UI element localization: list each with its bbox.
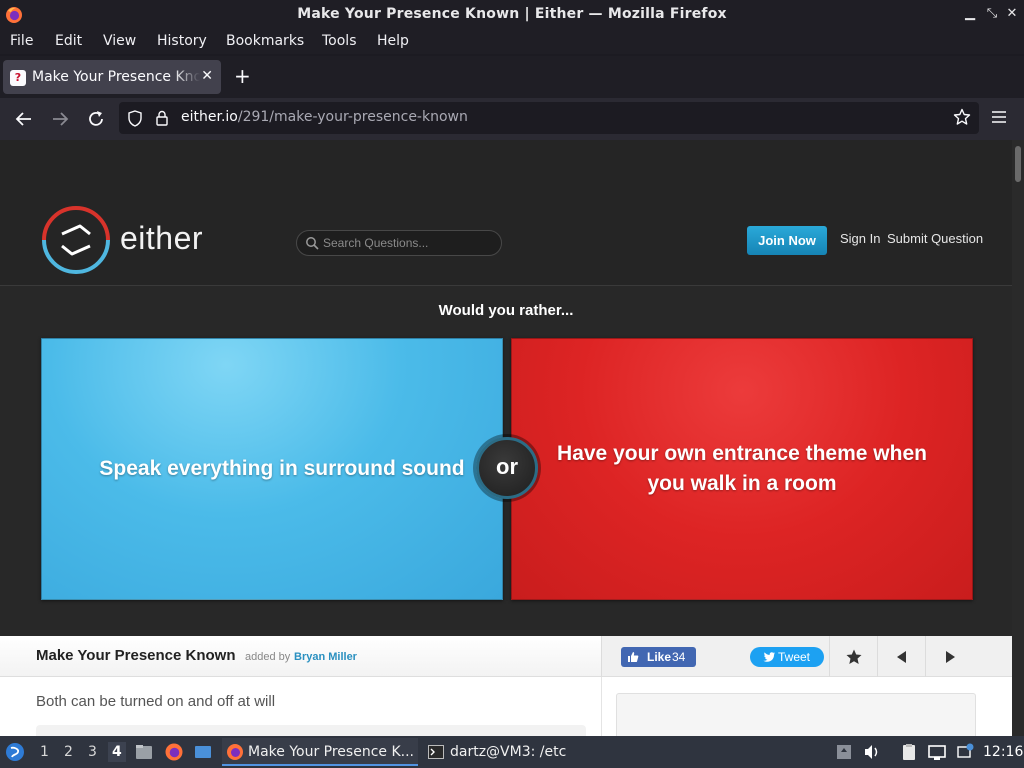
page-scrollbar[interactable] (1012, 140, 1024, 736)
favorite-button[interactable] (829, 636, 877, 677)
start-menu-icon[interactable] (5, 742, 25, 762)
show-desktop-icon[interactable] (193, 742, 213, 762)
question-description: Both can be turned on and off at will (36, 693, 276, 710)
author-link[interactable]: Bryan Miller (294, 651, 357, 663)
workspace-1[interactable]: 1 (40, 744, 49, 760)
facebook-like-button[interactable]: Like 34 (621, 647, 696, 667)
column-divider (601, 677, 602, 736)
question-title: Make Your Presence Known (36, 647, 236, 664)
choice-a-button[interactable]: Speak everything in surround sound (41, 338, 503, 600)
app-menu-icon[interactable] (991, 110, 1007, 124)
added-by-label: added by (245, 651, 291, 663)
navigation-toolbar: either.io/291/make-your-presence-known (0, 98, 1024, 140)
either-favicon-icon: ? (10, 70, 26, 86)
tab-title: Make Your Presence Known | Either (32, 69, 200, 85)
network-icon[interactable] (927, 742, 947, 762)
close-icon[interactable]: ✕ (1004, 6, 1020, 22)
submit-question-link[interactable]: Submit Question (887, 231, 983, 246)
workspace-2[interactable]: 2 (64, 744, 73, 760)
twitter-bird-icon (763, 652, 775, 662)
comment-box (36, 725, 586, 736)
triangle-left-icon (897, 651, 906, 663)
question-details: Make Your Presence Known added by Bryan … (0, 636, 1012, 736)
workspace-4[interactable]: 4 (108, 742, 126, 762)
bookmark-star-icon[interactable] (953, 108, 971, 126)
clipboard-icon[interactable] (899, 742, 919, 762)
menu-bar: File Edit View History Bookmarks Tools H… (0, 30, 1024, 54)
workspace-3[interactable]: 3 (88, 744, 97, 760)
either-logo-icon[interactable] (40, 204, 112, 276)
forward-icon[interactable] (49, 108, 71, 130)
clock: 12:16 (983, 744, 1024, 760)
reload-icon[interactable] (85, 108, 107, 130)
taskbar-terminal-window[interactable]: dartz@VM3: /etc (424, 738, 584, 766)
menu-file[interactable]: File (10, 33, 33, 49)
menu-bookmarks[interactable]: Bookmarks (226, 33, 304, 49)
tab-strip: ? Make Your Presence Known | Either ✕ + (0, 56, 1024, 98)
like-count: 34 (672, 650, 686, 664)
previous-question-button[interactable] (877, 636, 925, 677)
tweet-button[interactable]: Tweet (750, 647, 824, 667)
choice-a-text: Speak everything in surround sound (99, 457, 465, 480)
taskbar-firefox-label: Make Your Presence K... (248, 744, 414, 760)
tab-either[interactable]: ? Make Your Presence Known | Either ✕ (3, 60, 221, 94)
notifications-icon[interactable] (955, 742, 975, 762)
window-title: Make Your Presence Known | Either — Mozi… (297, 6, 727, 22)
question-title-bar: Make Your Presence Known added by Bryan … (0, 636, 601, 677)
either-logo-text[interactable]: either (120, 220, 203, 257)
maximize-icon[interactable]: ⤡ (984, 6, 1000, 22)
taskbar-firefox-window[interactable]: Make Your Presence K... (222, 738, 418, 766)
updates-icon[interactable] (834, 742, 854, 762)
search-placeholder: Search Questions... (323, 236, 429, 250)
url-domain: either.io (181, 109, 238, 125)
menu-edit[interactable]: Edit (55, 33, 82, 49)
like-label: Like (647, 650, 672, 664)
join-now-button[interactable]: Join Now (747, 226, 827, 255)
firefox-window-icon (227, 744, 243, 760)
would-you-rather-heading: Would you rather... (438, 302, 574, 319)
firefox-launcher-icon[interactable] (164, 742, 184, 762)
file-manager-icon[interactable] (134, 742, 154, 762)
window-titlebar: Make Your Presence Known | Either — Mozi… (0, 0, 1024, 30)
menu-view[interactable]: View (103, 33, 136, 49)
social-toolbar: Like 34 Tweet (601, 636, 1012, 677)
thumbs-up-icon (628, 652, 639, 662)
menu-tools[interactable]: Tools (322, 33, 357, 49)
choice-b-text: Have your own entrance theme when you wa… (557, 442, 927, 495)
url-text[interactable]: either.io/291/make-your-presence-known (181, 109, 468, 125)
tracking-shield-icon[interactable] (127, 110, 143, 127)
tab-close-icon[interactable]: ✕ (201, 68, 213, 84)
terminal-icon (428, 745, 444, 759)
sign-in-link[interactable]: Sign In (840, 231, 880, 246)
screen: Make Your Presence Known | Either — Mozi… (0, 0, 1024, 768)
next-question-button[interactable] (925, 636, 973, 677)
new-tab-icon[interactable]: + (234, 66, 251, 86)
volume-icon[interactable] (862, 742, 882, 762)
url-bar[interactable]: either.io/291/make-your-presence-known (119, 102, 979, 134)
search-icon (306, 237, 319, 250)
taskbar-terminal-label: dartz@VM3: /etc (450, 744, 567, 760)
triangle-right-icon (946, 651, 955, 663)
back-icon[interactable] (13, 108, 35, 130)
lock-icon[interactable] (155, 110, 169, 126)
star-icon (846, 649, 862, 664)
tweet-label: Tweet (778, 650, 811, 664)
menu-help[interactable]: Help (377, 33, 409, 49)
or-badge: or (476, 437, 538, 499)
desktop-taskbar: 1 2 3 4 Make Your Presence K... dartz@VM… (0, 736, 1024, 768)
scrollbar-thumb[interactable] (1015, 146, 1021, 182)
search-questions-input[interactable]: Search Questions... (296, 230, 502, 256)
menu-history[interactable]: History (157, 33, 207, 49)
minimize-icon[interactable]: ▁ (962, 6, 978, 22)
site-header: either Search Questions... Join Now Sign… (0, 140, 1012, 286)
web-page: either Search Questions... Join Now Sign… (0, 140, 1012, 736)
url-path: /291/make-your-presence-known (237, 109, 468, 125)
choice-b-button[interactable]: Have your own entrance theme when you wa… (511, 338, 973, 600)
sidebar-card (616, 693, 976, 736)
